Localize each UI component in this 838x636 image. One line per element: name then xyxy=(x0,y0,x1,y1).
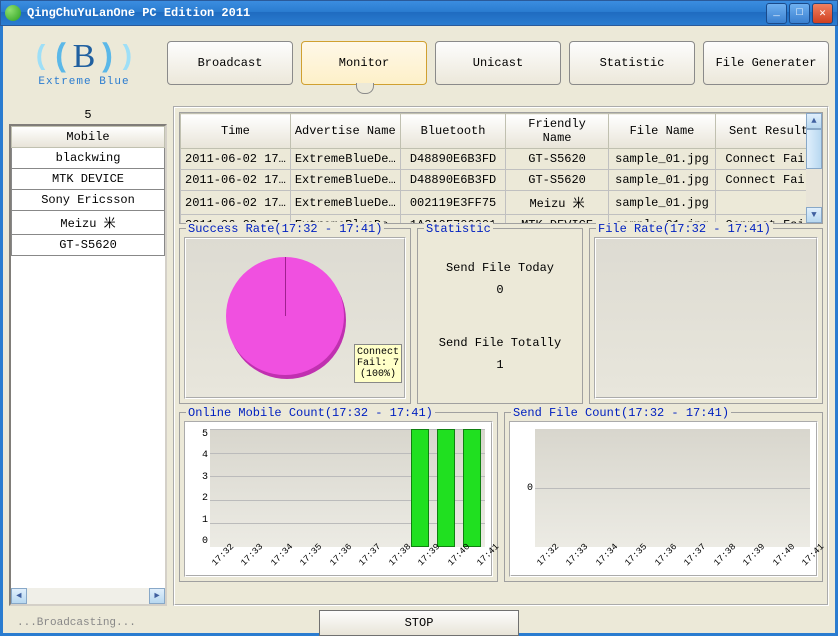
stop-button[interactable]: STOP xyxy=(319,610,519,636)
tab-file-generater[interactable]: File Generater xyxy=(703,41,829,85)
table-row[interactable]: 2011-06-02 17…ExtremeBlueDe…D48890E6B3FD… xyxy=(181,170,822,191)
success-rate-chart: ConnectFail: 7(100%) xyxy=(184,237,406,399)
close-button[interactable]: ✕ xyxy=(812,3,833,24)
send-total-value: 1 xyxy=(422,358,578,372)
logo: (( B )) Extreme Blue xyxy=(9,38,159,88)
scroll-right-icon[interactable]: ► xyxy=(149,588,165,604)
pie-slice-connect-fail xyxy=(226,257,344,375)
tab-monitor[interactable]: Monitor xyxy=(301,41,427,85)
file-rate-chart xyxy=(594,237,818,399)
bar xyxy=(463,429,481,547)
bar xyxy=(437,429,455,547)
col-time[interactable]: Time xyxy=(181,114,291,149)
titlebar[interactable]: QingChuYuLanOne PC Edition 2011 _ □ ✕ xyxy=(0,0,838,26)
online-mobile-count-chart: 543210 xyxy=(184,421,493,577)
app-icon xyxy=(5,5,21,21)
online-mobile-count-panel: Online Mobile Count(17:32 - 17:41) 54321… xyxy=(179,412,498,582)
scroll-thumb[interactable] xyxy=(806,129,822,169)
col-friendly-name[interactable]: Friendly Name xyxy=(506,114,608,149)
col-advertise-name[interactable]: Advertise Name xyxy=(290,114,400,149)
minimize-button[interactable]: _ xyxy=(766,3,787,24)
mobile-list-header[interactable]: Mobile xyxy=(11,126,165,148)
scroll-left-icon[interactable]: ◄ xyxy=(11,588,27,604)
pie-label: ConnectFail: 7(100%) xyxy=(354,344,402,383)
maximize-button[interactable]: □ xyxy=(789,3,810,24)
table-row[interactable]: 2011-06-02 17…ExtremeBlueDe…002119E3FF75… xyxy=(181,191,822,215)
scroll-down-icon[interactable]: ▼ xyxy=(806,207,822,223)
send-today-value: 0 xyxy=(422,283,578,297)
list-item[interactable]: blackwing xyxy=(11,148,165,169)
col-file-name[interactable]: File Name xyxy=(608,114,715,149)
scroll-up-icon[interactable]: ▲ xyxy=(806,113,822,129)
logo-text: Extreme Blue xyxy=(38,76,129,88)
send-total-label: Send File Totally xyxy=(422,336,578,350)
tab-statistic[interactable]: Statistic xyxy=(569,41,695,85)
send-today-label: Send File Today xyxy=(422,261,578,275)
mobile-count: 5 xyxy=(9,106,167,124)
bar xyxy=(411,429,429,547)
list-item[interactable]: Sony Ericsson xyxy=(11,190,165,211)
vertical-scrollbar[interactable]: ▲ ▼ xyxy=(806,113,822,223)
mobile-list[interactable]: Mobile blackwing MTK DEVICE Sony Ericsso… xyxy=(9,124,167,606)
window-title: QingChuYuLanOne PC Edition 2011 xyxy=(27,6,764,20)
file-rate-panel: File Rate(17:32 - 17:41) xyxy=(589,228,823,404)
list-item[interactable]: Meizu 米 xyxy=(11,211,165,235)
statistic-panel: Statistic Send File Today 0 Send File To… xyxy=(417,228,583,404)
status-text: ...Broadcasting... xyxy=(9,617,189,629)
col-bluetooth[interactable]: Bluetooth xyxy=(400,114,506,149)
list-item[interactable]: MTK DEVICE xyxy=(11,169,165,190)
success-rate-panel: Success Rate(17:32 - 17:41) ConnectFail:… xyxy=(179,228,411,404)
table-row[interactable]: 2011-06-02 17…ExtremeBlueDe…D48890E6B3FD… xyxy=(181,149,822,170)
send-file-count-chart: 0 17:3217:3317:3417:3517:3617:3717:3817:… xyxy=(509,421,818,577)
send-file-count-panel: Send File Count(17:32 - 17:41) 0 17:3217… xyxy=(504,412,823,582)
horizontal-scrollbar[interactable]: ◄ ► xyxy=(11,588,165,604)
list-item[interactable]: GT-S5620 xyxy=(11,235,165,256)
tab-unicast[interactable]: Unicast xyxy=(435,41,561,85)
log-table[interactable]: Time Advertise Name Bluetooth Friendly N… xyxy=(179,112,823,224)
tab-broadcast[interactable]: Broadcast xyxy=(167,41,293,85)
